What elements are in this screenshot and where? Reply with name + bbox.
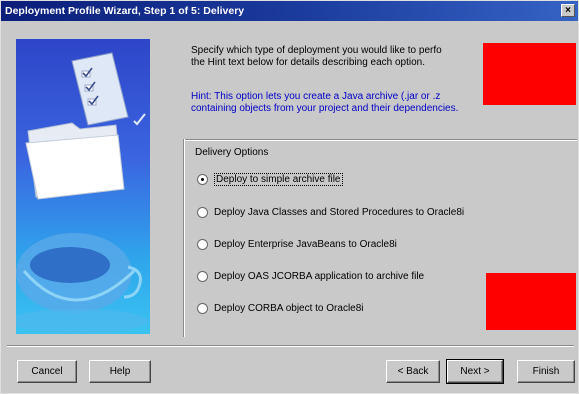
button-separator bbox=[7, 345, 574, 347]
hint-line-1: Hint: This option lets you create a Java… bbox=[191, 91, 441, 102]
group-label: Delivery Options bbox=[195, 147, 269, 158]
option-corba-object[interactable]: Deploy CORBA object to Oracle8i bbox=[197, 303, 364, 314]
folder-icon bbox=[25, 122, 125, 200]
coffee-cup-icon bbox=[16, 233, 148, 333]
radio-button[interactable] bbox=[197, 239, 208, 250]
option-label: Deploy OAS JCORBA application to archive… bbox=[214, 271, 425, 282]
radio-button[interactable] bbox=[197, 174, 208, 185]
title-bar[interactable]: Deployment Profile Wizard, Step 1 of 5: … bbox=[1, 1, 578, 21]
option-oas-jcorba[interactable]: Deploy OAS JCORBA application to archive… bbox=[197, 271, 424, 282]
redaction-block bbox=[483, 43, 576, 105]
deployment-wizard-window: Deployment Profile Wizard, Step 1 of 5: … bbox=[0, 0, 579, 394]
hint-text: Hint: This option lets you create a Java… bbox=[191, 91, 511, 115]
next-button[interactable]: Next > bbox=[446, 359, 504, 384]
intro-line-2: the Hint text below for details describi… bbox=[191, 57, 426, 68]
radio-button[interactable] bbox=[197, 303, 208, 314]
hint-line-2: containing objects from your project and… bbox=[191, 103, 459, 114]
intro-text: Specify which type of deployment you wou… bbox=[191, 45, 511, 69]
redaction-block bbox=[486, 273, 576, 330]
radio-button[interactable] bbox=[197, 271, 208, 282]
option-enterprise-javabeans[interactable]: Deploy Enterprise JavaBeans to Oracle8i bbox=[197, 239, 397, 250]
finish-button[interactable]: Finish bbox=[517, 360, 575, 383]
option-label: Deploy to simple archive file bbox=[214, 173, 343, 186]
cancel-button[interactable]: Cancel bbox=[17, 360, 77, 383]
option-label: Deploy Enterprise JavaBeans to Oracle8i bbox=[214, 239, 397, 250]
option-label: Deploy Java Classes and Stored Procedure… bbox=[214, 207, 465, 218]
help-button[interactable]: Help bbox=[89, 360, 151, 383]
group-border-top bbox=[183, 139, 577, 141]
close-icon[interactable]: × bbox=[561, 4, 575, 17]
wizard-graphic bbox=[16, 39, 150, 334]
option-label: Deploy CORBA object to Oracle8i bbox=[214, 303, 364, 314]
window-title: Deployment Profile Wizard, Step 1 of 5: … bbox=[5, 5, 245, 17]
group-border-left bbox=[183, 139, 185, 337]
intro-line-1: Specify which type of deployment you wou… bbox=[191, 45, 442, 56]
back-button[interactable]: < Back bbox=[386, 360, 440, 383]
document-checklist-icon bbox=[71, 52, 146, 126]
radio-button[interactable] bbox=[197, 207, 208, 218]
option-java-stored-procedures[interactable]: Deploy Java Classes and Stored Procedure… bbox=[197, 207, 464, 218]
option-simple-archive[interactable]: Deploy to simple archive file bbox=[197, 173, 343, 186]
